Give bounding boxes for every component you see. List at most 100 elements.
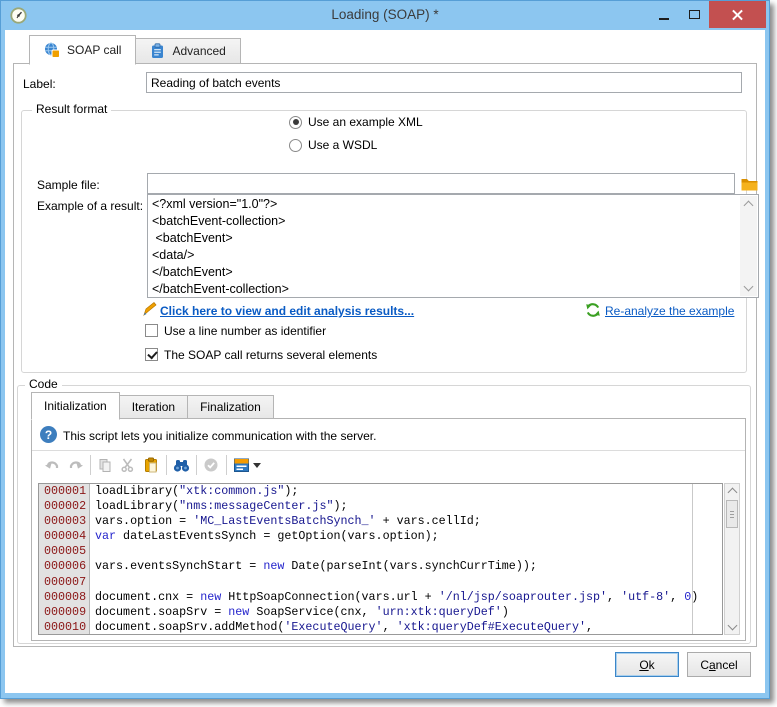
refresh-icon <box>586 303 600 317</box>
sample-file-input[interactable] <box>147 173 735 194</box>
checkbox-box <box>145 324 158 337</box>
radio-circle <box>289 138 302 152</box>
minimize-icon <box>659 17 669 20</box>
code-editor[interactable]: 000001 loadLibrary("xtk:common.js"); 00000… <box>38 483 723 635</box>
label-input[interactable] <box>146 72 742 93</box>
help-icon: ? <box>40 426 57 443</box>
soap-call-page: Label: Result format Use an example XML … <box>13 63 759 647</box>
scroll-down-icon[interactable] <box>743 281 754 292</box>
code-tab-label: Iteration <box>131 400 176 414</box>
code-legend: Code <box>25 377 62 391</box>
redo-button[interactable] <box>64 453 86 477</box>
insert-menu-button[interactable] <box>230 453 264 477</box>
ok-button[interactable]: Ok <box>615 652 679 677</box>
clipboard-icon <box>152 43 164 58</box>
checkbox-line-number[interactable]: Use a line number as identifier <box>145 324 326 338</box>
example-scrollbar[interactable] <box>740 196 757 296</box>
toolbar-separator <box>226 455 227 475</box>
tab-label: SOAP call <box>67 43 122 57</box>
toolbar-separator <box>90 455 91 475</box>
code-line: 000004 var dateLastEventsSynch = getOptio… <box>44 529 439 544</box>
code-line: 000006 vars.eventsSynchStart = new Date(p… <box>44 559 537 574</box>
window-title: Loading (SOAP) * <box>331 7 439 22</box>
radio-circle <box>289 115 302 129</box>
tab-iteration[interactable]: Iteration <box>118 395 189 419</box>
maximize-button[interactable] <box>679 1 709 28</box>
tab-advanced[interactable]: Advanced <box>135 38 241 64</box>
tab-initialization[interactable]: Initialization <box>31 392 120 420</box>
copy-button[interactable] <box>94 453 116 477</box>
scroll-down-icon[interactable] <box>727 620 738 631</box>
tab-label: Advanced <box>172 44 226 58</box>
titlebar[interactable]: Loading (SOAP) * <box>1 1 769 30</box>
label-field-label: Label: <box>23 77 56 91</box>
paste-button[interactable] <box>140 453 162 477</box>
code-tabstrip: Initialization Iteration Finalization <box>31 392 274 420</box>
code-line: 000002 loadLibrary("nms:messageCenter.js"… <box>44 499 348 514</box>
find-button[interactable] <box>170 453 192 477</box>
code-line: 000001 loadLibrary("xtk:common.js"); <box>44 484 299 498</box>
paste-icon <box>145 457 157 473</box>
app-icon <box>10 7 27 24</box>
view-analysis-link[interactable]: Click here to view and edit analysis res… <box>160 304 414 318</box>
checkbox-label: The SOAP call returns several elements <box>164 348 378 362</box>
scroll-up-icon[interactable] <box>727 487 738 498</box>
checkbox-several-elements[interactable]: The SOAP call returns several elements <box>145 348 377 362</box>
cut-icon <box>121 458 134 473</box>
code-tab-label: Finalization <box>200 400 261 414</box>
code-line: 000003 vars.option = 'MC_LastEventsBatchS… <box>44 514 481 529</box>
copy-icon <box>99 459 111 472</box>
code-line: 000007 <box>44 574 87 589</box>
toolbar-separator <box>166 455 167 475</box>
validate-button[interactable] <box>200 453 222 477</box>
scrollbar-thumb[interactable] <box>726 500 738 528</box>
checkbox-box <box>145 348 158 361</box>
code-tab-label: Initialization <box>44 399 107 413</box>
radio-label: Use an example XML <box>308 115 423 129</box>
code-lines: 000001 loadLibrary("xtk:common.js"); 00000… <box>39 484 722 634</box>
code-group: Code Initialization Iteration Finalizati… <box>17 377 751 644</box>
script-info-text: This script lets you initialize communic… <box>63 429 377 443</box>
dialog-window: Loading (SOAP) * SOAP call Advanced Labe… <box>0 0 770 699</box>
undo-button[interactable] <box>41 453 63 477</box>
result-format-group: Result format Use an example XML Use a W… <box>21 102 759 373</box>
tab-finalization[interactable]: Finalization <box>187 395 274 419</box>
code-line: 000009 document.soapSrv = new SoapService… <box>44 604 509 619</box>
screen: Loading (SOAP) * SOAP call Advanced Labe… <box>0 0 777 707</box>
undo-icon <box>44 460 58 469</box>
radio-use-wsdl[interactable]: Use a WSDL <box>289 138 377 152</box>
globe-icon <box>45 42 60 58</box>
minimize-button[interactable] <box>649 1 679 28</box>
code-line: 000005 <box>44 544 87 559</box>
main-tabstrip: SOAP call Advanced <box>29 35 241 65</box>
code-line: 000010 document.soapSrv.addMethod('Execut… <box>44 619 593 634</box>
example-result-label: Example of a result: <box>37 199 144 213</box>
example-xml-content: <?xml version="1.0"?> <batchEvent-collec… <box>152 197 289 296</box>
close-button[interactable] <box>709 1 766 28</box>
toolbar-separator <box>196 455 197 475</box>
reanalyze-link[interactable]: Re-analyze the example <box>605 304 734 318</box>
close-icon <box>732 9 743 20</box>
code-line: 000008 document.cnx = new HttpSoapConnect… <box>44 589 699 604</box>
radio-label: Use a WSDL <box>308 138 378 152</box>
redo-icon <box>69 460 83 469</box>
dialog-client: SOAP call Advanced Label: Result format <box>5 30 765 693</box>
example-result-textarea[interactable]: <?xml version="1.0"?> <batchEvent-collec… <box>147 194 759 298</box>
cancel-button[interactable]: Cancel <box>687 652 751 677</box>
maximize-icon <box>688 10 700 19</box>
binoculars-icon <box>173 459 189 472</box>
initialization-panel: ? This script lets you initialize commun… <box>31 418 746 641</box>
insert-block-icon <box>233 458 249 472</box>
radio-use-example-xml[interactable]: Use an example XML <box>289 115 423 129</box>
dropdown-caret-icon <box>252 462 261 468</box>
cut-button[interactable] <box>117 453 139 477</box>
check-circle-icon <box>204 458 218 472</box>
edit-analysis-icon <box>143 302 157 317</box>
folder-icon <box>741 178 758 190</box>
sample-file-label: Sample file: <box>37 178 100 192</box>
scroll-up-icon[interactable] <box>743 200 754 211</box>
browse-file-button[interactable] <box>739 173 760 194</box>
checkbox-label: Use a line number as identifier <box>164 324 327 338</box>
tab-soap-call[interactable]: SOAP call <box>29 35 137 65</box>
editor-scrollbar[interactable] <box>724 483 740 635</box>
